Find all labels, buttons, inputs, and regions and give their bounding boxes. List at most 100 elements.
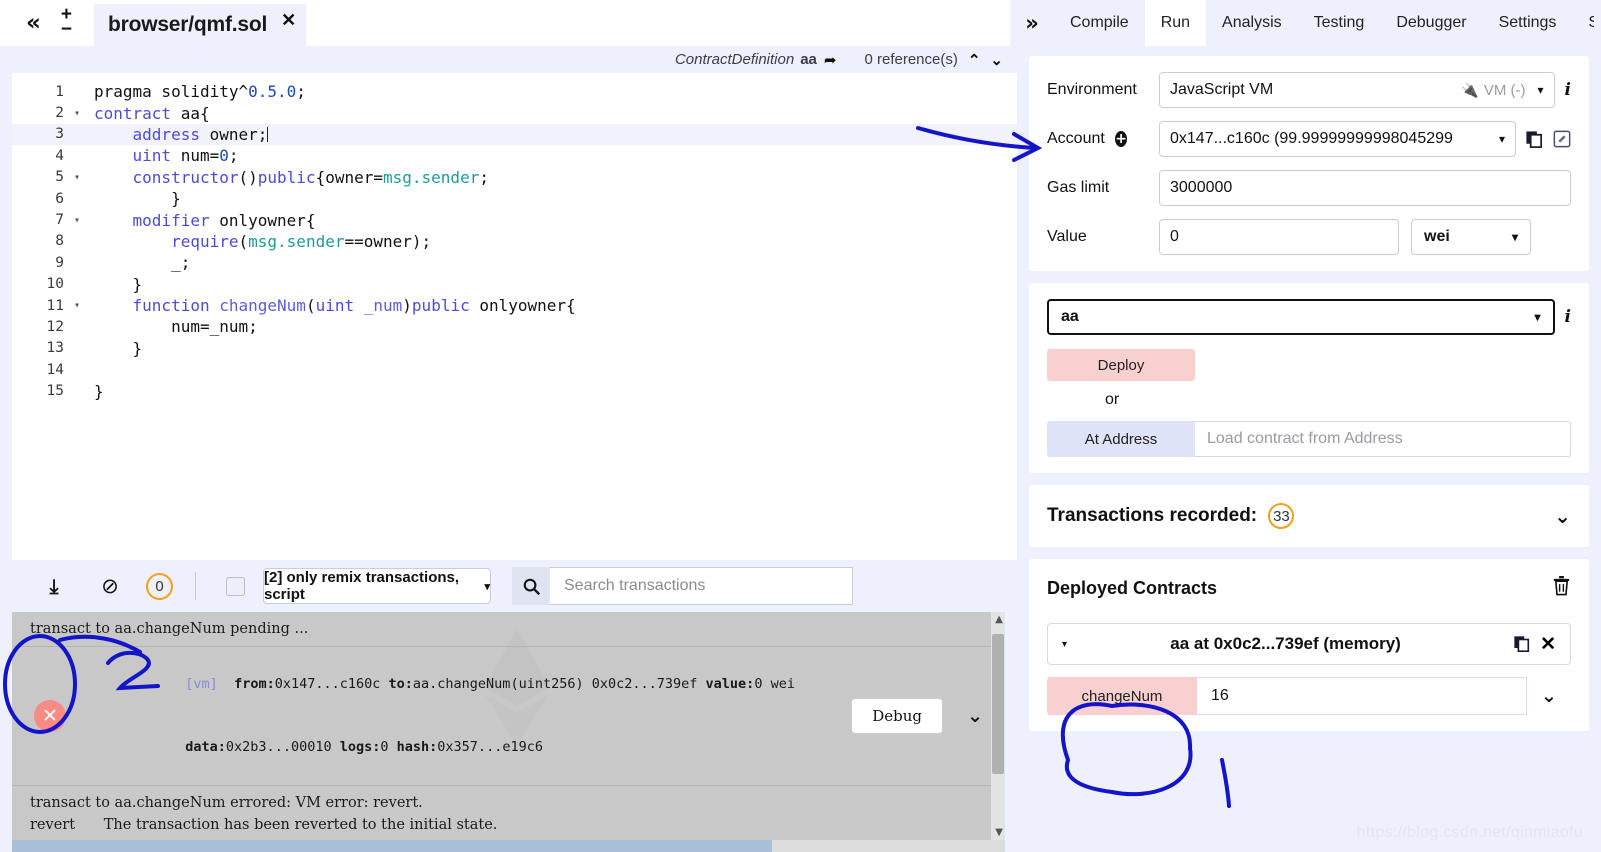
chevron-down-icon: ▾ [1537,83,1544,97]
tab-testing[interactable]: Testing [1298,0,1381,46]
value-unit-select[interactable]: wei ▾ [1411,219,1531,255]
clear-console-icon[interactable]: ⊘ [90,574,130,598]
font-decrease-icon[interactable]: − [61,20,72,39]
code-line[interactable]: 10 } [12,274,1017,295]
code-line[interactable]: 12 num=_num; [12,316,1017,337]
tab-settings[interactable]: Settings [1483,0,1573,46]
info-icon[interactable]: i [1565,80,1571,100]
terminal-transaction-row[interactable]: ✕ [vm] from:0x147...c160c to:aa.changeNu… [12,646,1005,786]
scroll-down-icon[interactable]: ▼ [995,827,1003,838]
close-icon[interactable]: ✕ [281,11,296,29]
value-input[interactable]: 0 [1159,219,1399,255]
code-line[interactable]: 14 [12,359,1017,380]
to-value: aa.changeNum(uint256) 0x0c2...739ef [412,676,698,693]
error-status-icon: ✕ [34,700,66,733]
changenum-input[interactable] [1197,677,1527,715]
terminal-pending-row: transact to aa.changeNum pending ... [12,612,1005,646]
from-value: 0x147...c160c [274,676,381,693]
chevron-down-icon[interactable]: ⌄ [990,51,1003,69]
environment-select[interactable]: JavaScript VM 🔌 VM (-) ▾ [1159,72,1555,108]
code-fold-icon[interactable]: ▾ [70,108,84,119]
or-separator-label: or [1105,391,1120,408]
code-line[interactable]: 9 _; [12,252,1017,273]
search-transactions-input[interactable] [550,567,853,605]
font-size-stepper[interactable]: + − [61,5,72,39]
code-lines[interactable]: 1 pragma solidity^0.5.0; 2 ▾ contract aa{3 a… [12,73,1017,560]
contract-select[interactable]: aa ▾ [1047,299,1555,335]
jump-to-definition-icon[interactable]: ➦ [824,51,837,69]
line-number: 13 [46,340,64,357]
code-line[interactable]: 4 uint num=0; [12,145,1017,166]
deploy-button[interactable]: Deploy [1047,349,1195,381]
code-line[interactable]: 15} [12,380,1017,401]
search-icon[interactable] [512,567,550,605]
chevron-down-icon[interactable]: ⌄ [1527,685,1571,707]
logs-label: logs: [339,739,381,756]
line-number: 7 [55,212,64,229]
close-icon[interactable]: ✕ [1540,633,1556,656]
listen-network-checkbox[interactable] [226,576,245,596]
tab-run[interactable]: Run [1144,0,1207,46]
transactions-count-badge: 33 [1268,503,1295,529]
contract-selected: aa [1061,308,1079,325]
code-fold-icon[interactable]: ▾ [70,215,84,226]
environment-row: Environment JavaScript VM 🔌 VM (-) ▾ i [1047,72,1571,108]
tab-support[interactable]: S [1572,0,1594,46]
info-icon[interactable]: i [1565,307,1571,327]
tab-debugger[interactable]: Debugger [1380,0,1482,46]
scrollbar-thumb-horizontal[interactable] [12,840,772,852]
line-number: 3 [55,126,64,143]
code-line[interactable]: 6 } [12,188,1017,209]
tab-analysis[interactable]: Analysis [1206,0,1298,46]
code-line[interactable]: 1 pragma solidity^0.5.0; [12,81,1017,102]
copy-icon[interactable] [1525,130,1544,149]
file-tab-qmf-sol[interactable]: browser/qmf.sol ✕ [93,4,307,46]
code-line[interactable]: 2 ▾ contract aa{ [12,102,1017,123]
terminal-vertical-scrollbar[interactable]: ▲ ▼ [991,612,1005,840]
expand-panel-icon[interactable]: » [1010,0,1054,46]
scroll-up-icon[interactable]: ▲ [995,614,1003,625]
code-editor: ContractDefinition aa ➦ 0 reference(s) ⌃… [0,46,1017,560]
changenum-button[interactable]: changeNum [1047,677,1197,715]
tab-compile[interactable]: Compile [1054,0,1145,46]
terminal-console[interactable]: transact to aa.changeNum pending ... ✕ [… [12,612,1005,840]
transaction-summary-line: [vm] from:0x147...c160c to:aa.changeNum(… [104,653,865,716]
chevron-up-icon[interactable]: ⌃ [968,51,981,69]
add-account-icon[interactable]: + [1115,131,1127,147]
line-number: 15 [46,383,64,400]
transaction-filter-select[interactable]: [2] only remix transactions, script ▾ [263,568,491,604]
code-line[interactable]: 8 require(msg.sender==owner); [12,231,1017,252]
chevron-double-down-icon[interactable]: ⤓ [34,574,74,598]
code-line[interactable]: 13 } [12,338,1017,359]
deployed-contract-item[interactable]: ▾ aa at 0x0c2...739ef (memory) ✕ [1047,623,1571,665]
chevron-down-icon: ▾ [1498,132,1505,146]
at-address-input[interactable] [1195,421,1571,457]
chevron-down-icon[interactable]: ⌄ [1554,504,1571,528]
account-select[interactable]: 0x147...c160c (99.99999999998045299 ▾ [1159,121,1516,157]
edit-icon[interactable] [1553,130,1571,148]
code-text: contract aa{ [94,103,210,123]
vm-tag: [vm] [185,676,218,693]
scrollbar-thumb[interactable] [992,634,1004,774]
hash-value: 0x357...e19c6 [437,739,543,756]
code-line[interactable]: 3 address owner; [12,123,1017,146]
pending-count-badge[interactable]: 0 [146,572,173,600]
code-fold-icon[interactable]: ▾ [70,172,84,183]
value-row: Value 0 wei ▾ [1047,219,1571,255]
copy-icon[interactable] [1513,635,1531,653]
code-line[interactable]: 5 ▾ constructor()public{owner=msg.sender; [12,167,1017,188]
terminal-horizontal-scrollbar[interactable] [12,840,1005,852]
transactions-recorded-card[interactable]: Transactions recorded: 33 ⌄ [1029,485,1589,547]
code-fold-icon[interactable]: ▾ [70,300,84,311]
gas-limit-value: 3000000 [1170,179,1233,196]
code-line[interactable]: 11 ▾ function changeNum(uint _num)public … [12,295,1017,316]
contract-function-row: changeNum ⌄ [1047,677,1571,715]
code-line[interactable]: 7 ▾ modifier onlyowner{ [12,209,1017,230]
chevron-down-icon: ▾ [1534,310,1541,324]
at-address-button[interactable]: At Address [1047,421,1195,457]
gas-limit-input[interactable]: 3000000 [1159,170,1571,206]
collapse-sidebar-icon[interactable]: « [26,11,41,35]
debug-button[interactable]: Debug [851,698,943,735]
chevron-down-icon[interactable]: ⌄ [967,705,983,727]
trash-icon[interactable] [1552,575,1571,601]
